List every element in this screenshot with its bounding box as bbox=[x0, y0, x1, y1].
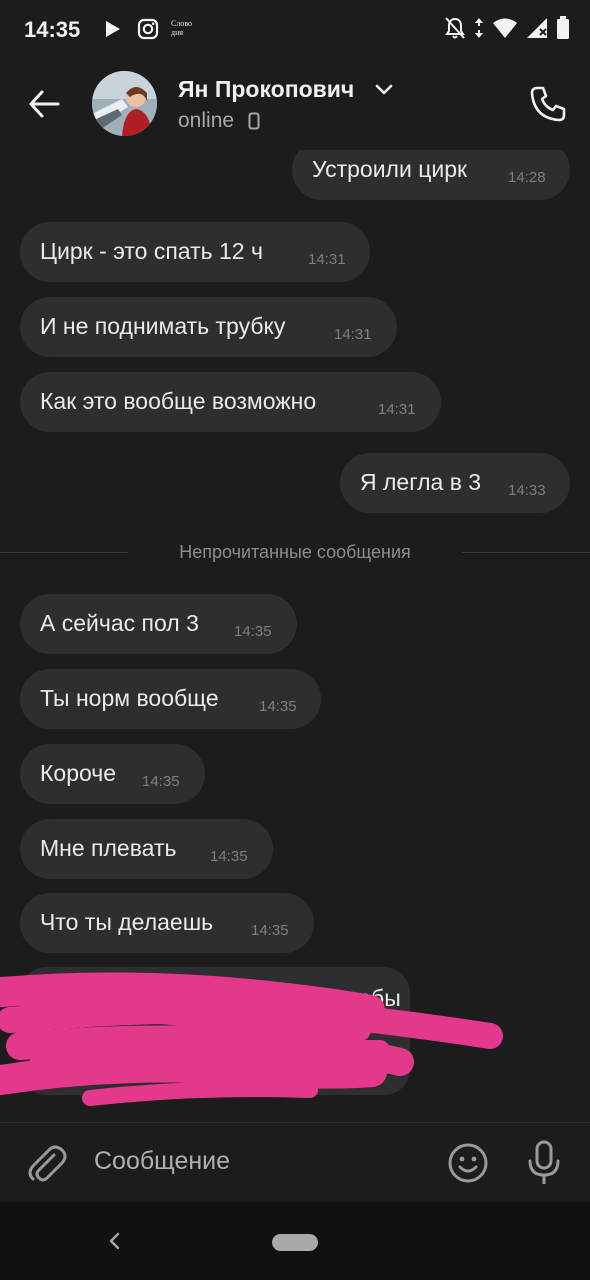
message-bubble-incoming[interactable]: Ты норм вообще 14:35 bbox=[20, 669, 321, 729]
message-text: Короче bbox=[40, 760, 117, 786]
data-arrows-icon bbox=[474, 17, 484, 44]
unread-divider: Непрочитанные сообщения bbox=[0, 542, 590, 562]
nav-home-pill[interactable] bbox=[272, 1234, 318, 1251]
wifi-icon bbox=[492, 17, 518, 44]
cell-signal-icon bbox=[526, 17, 548, 44]
message-bubble-incoming[interactable]: Короче 14:35 bbox=[20, 744, 205, 804]
status-bar: 14:35 Слово дня bbox=[0, 0, 590, 58]
mobile-device-icon bbox=[248, 112, 260, 135]
system-nav-bar bbox=[0, 1202, 590, 1280]
message-text: Мне плевать bbox=[40, 835, 177, 861]
message-time: 14:35 bbox=[142, 773, 180, 790]
divider-line bbox=[462, 552, 590, 553]
slovo-line2: дня bbox=[171, 28, 184, 37]
nav-back-button[interactable] bbox=[100, 1226, 130, 1256]
message-time: 14:35 bbox=[234, 623, 272, 640]
message-time: 14:31 bbox=[308, 251, 346, 268]
message-composer: Сообщение bbox=[0, 1122, 590, 1203]
message-text: Устроили цирк bbox=[312, 156, 468, 182]
paperclip-icon bbox=[28, 1145, 67, 1182]
message-text: Ты норм вообще bbox=[40, 685, 219, 711]
emoji-button[interactable] bbox=[446, 1141, 490, 1185]
bell-off-icon bbox=[444, 16, 466, 45]
message-bubble-incoming[interactable]: А сейчас пол 3 14:35 bbox=[20, 594, 297, 654]
message-bubble-incoming[interactable]: Мне плевать 14:35 bbox=[20, 819, 273, 879]
message-text: Как это вообще возможно bbox=[40, 388, 317, 414]
status-time: 14:35 bbox=[24, 17, 81, 42]
message-bubble-outgoing[interactable]: Устроили цирк 14:28 bbox=[292, 150, 570, 200]
microphone-icon bbox=[528, 1140, 560, 1184]
chat-header: Ян Прокопович online bbox=[0, 58, 590, 150]
message-text: Я легла в 3 bbox=[360, 469, 482, 495]
slovo-dnya-icon: Слово дня bbox=[171, 19, 192, 37]
message-bubble-incoming[interactable]: Что ты делаешь 14:35 bbox=[20, 893, 314, 953]
play-icon bbox=[104, 20, 122, 43]
message-bubble-incoming[interactable]: Как это вообще возможно 14:31 bbox=[20, 372, 441, 432]
chevron-left-icon bbox=[109, 1232, 120, 1250]
message-text: И не поднимать трубку bbox=[40, 313, 286, 339]
message-bubble-outgoing[interactable]: Я легла в 3 14:33 bbox=[340, 453, 570, 513]
battery-icon bbox=[556, 16, 570, 45]
status-icons bbox=[444, 16, 570, 45]
message-time: 14:28 bbox=[508, 169, 546, 186]
message-input[interactable]: Сообщение bbox=[94, 1147, 230, 1176]
contact-status: online bbox=[178, 109, 235, 132]
voice-message-button[interactable] bbox=[522, 1139, 566, 1187]
call-button[interactable] bbox=[526, 82, 570, 126]
message-bubble-incoming[interactable]: Цирк - это спать 12 ч 14:31 bbox=[20, 222, 370, 282]
message-time: 14:31 bbox=[378, 401, 416, 418]
message-list[interactable]: Устроили цирк 14:28 Цирк - это спать 12 … bbox=[0, 150, 590, 1122]
message-time: 14:35 bbox=[251, 922, 289, 939]
message-time: 14:35 bbox=[210, 848, 248, 865]
message-text: Что ты делаешь bbox=[40, 909, 214, 935]
message-bubble-incoming[interactable]: И не поднимать трубку 14:31 bbox=[20, 297, 397, 357]
message-time: 14:35 bbox=[259, 698, 297, 715]
contact-name[interactable]: Ян Прокопович bbox=[178, 76, 354, 103]
chevron-down-icon[interactable] bbox=[374, 82, 394, 101]
message-text: Цирк - это спать 12 ч bbox=[40, 238, 263, 264]
back-button[interactable] bbox=[22, 82, 66, 126]
message-time: 14:33 bbox=[508, 482, 546, 499]
phone-call-icon bbox=[530, 86, 566, 122]
redaction-scribble bbox=[0, 972, 503, 1106]
emoji-icon bbox=[448, 1143, 488, 1183]
instagram-icon bbox=[137, 18, 159, 45]
back-arrow-icon bbox=[29, 90, 60, 118]
attach-button[interactable] bbox=[24, 1141, 68, 1185]
message-text: А сейчас пол 3 bbox=[40, 610, 199, 636]
slovo-line1: Слово bbox=[171, 19, 193, 28]
avatar[interactable] bbox=[92, 71, 157, 136]
message-time: 14:31 bbox=[334, 326, 372, 343]
